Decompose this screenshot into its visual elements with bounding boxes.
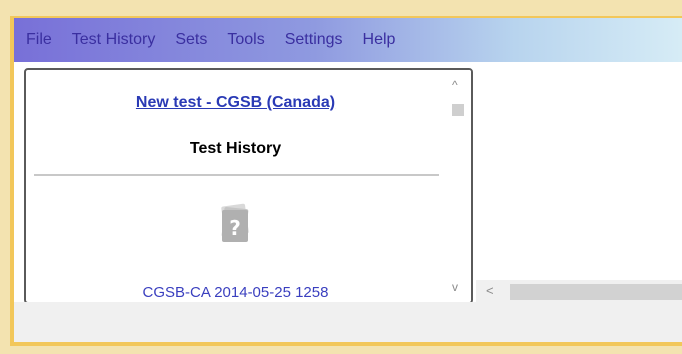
menu-tools[interactable]: Tools: [227, 31, 264, 49]
horizontal-scrollbar[interactable]: <: [476, 280, 682, 302]
test-history-panel: New test - CGSB (Canada) Test History ? …: [24, 68, 473, 304]
scroll-down-icon[interactable]: v: [452, 280, 458, 294]
status-bar: [14, 302, 682, 342]
scroll-up-icon[interactable]: ^: [452, 78, 458, 92]
horizontal-scroll-track[interactable]: [510, 284, 682, 300]
test-document-icon[interactable]: ?: [215, 202, 255, 246]
menu-file[interactable]: File: [26, 31, 52, 49]
vertical-scrollbar[interactable]: ^ v: [445, 70, 471, 302]
menu-settings[interactable]: Settings: [285, 31, 343, 49]
menu-sets[interactable]: Sets: [175, 31, 207, 49]
main-content: New test - CGSB (Canada) Test History ? …: [14, 62, 682, 342]
section-title: Test History: [189, 140, 282, 157]
menu-help[interactable]: Help: [363, 31, 396, 49]
history-item-link[interactable]: CGSB-CA 2014-05-25 1258: [26, 284, 445, 301]
panel-content: New test - CGSB (Canada) Test History ? …: [26, 70, 445, 302]
new-test-link[interactable]: New test - CGSB (Canada): [26, 94, 445, 112]
divider: [34, 174, 439, 176]
svg-text:?: ?: [229, 216, 241, 240]
app-window: File Test History Sets Tools Settings He…: [10, 16, 682, 346]
menu-bar: File Test History Sets Tools Settings He…: [14, 18, 682, 62]
scroll-thumb[interactable]: [452, 104, 464, 116]
menu-test-history[interactable]: Test History: [72, 31, 156, 49]
scroll-left-icon[interactable]: <: [486, 283, 494, 298]
